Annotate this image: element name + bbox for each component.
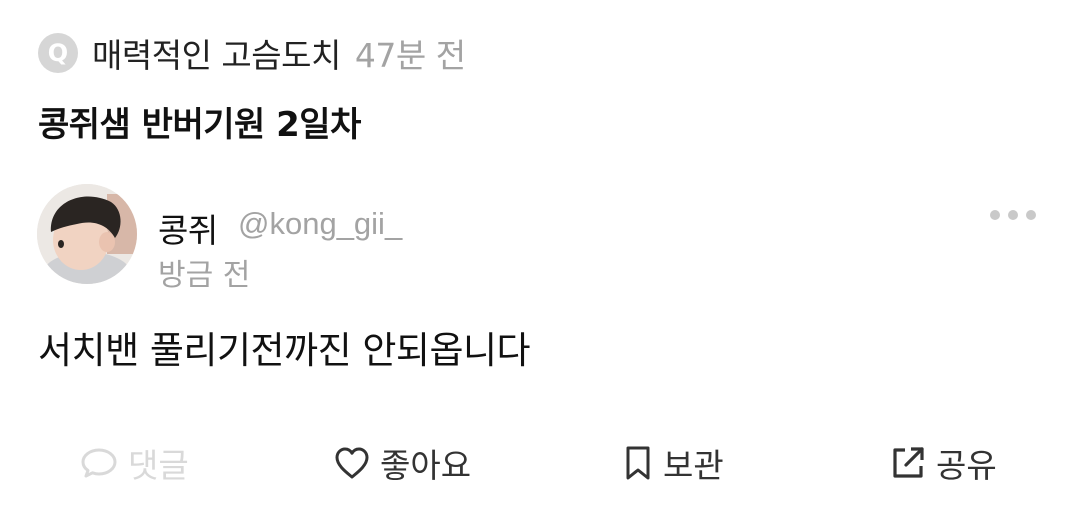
avatar[interactable] (37, 184, 137, 284)
post-title: 콩쥐샘 반버기원 2일차 (38, 105, 361, 145)
author-name[interactable]: 콩쥐 (158, 204, 218, 252)
more-dots-icon (990, 210, 1000, 220)
share-external-icon (893, 447, 924, 478)
save-label: 보관 (663, 446, 724, 485)
like-button[interactable]: 좋아요 (334, 438, 471, 488)
q-badge-icon: Q (38, 33, 78, 73)
author-handle[interactable]: @kong_gii_ (238, 206, 402, 242)
more-dots-icon (1026, 210, 1036, 220)
comment-label: 댓글 (128, 446, 189, 485)
avatar-image (37, 184, 137, 284)
community-name[interactable]: 매력적인 고슴도치 (92, 29, 341, 77)
comment-button[interactable]: 댓글 (80, 438, 189, 488)
heart-icon (335, 447, 369, 479)
like-label: 좋아요 (380, 446, 472, 485)
share-button[interactable]: 공유 (890, 438, 997, 488)
post-meta: Q 매력적인 고슴도치 47분 전 (38, 29, 466, 77)
posted-time: 방금 전 (158, 258, 251, 293)
bookmark-icon (626, 446, 650, 480)
post-time-ago: 47분 전 (354, 36, 466, 75)
post-body: 서치밴 풀리기전까진 안되옵니다 (38, 329, 531, 372)
share-label: 공유 (936, 446, 997, 485)
save-button[interactable]: 보관 (623, 438, 724, 488)
speech-bubble-icon (81, 448, 117, 478)
more-dots-icon (1008, 210, 1018, 220)
action-bar: 댓글 좋아요 보관 공유 (0, 438, 1080, 488)
more-options-button[interactable] (990, 200, 1036, 230)
